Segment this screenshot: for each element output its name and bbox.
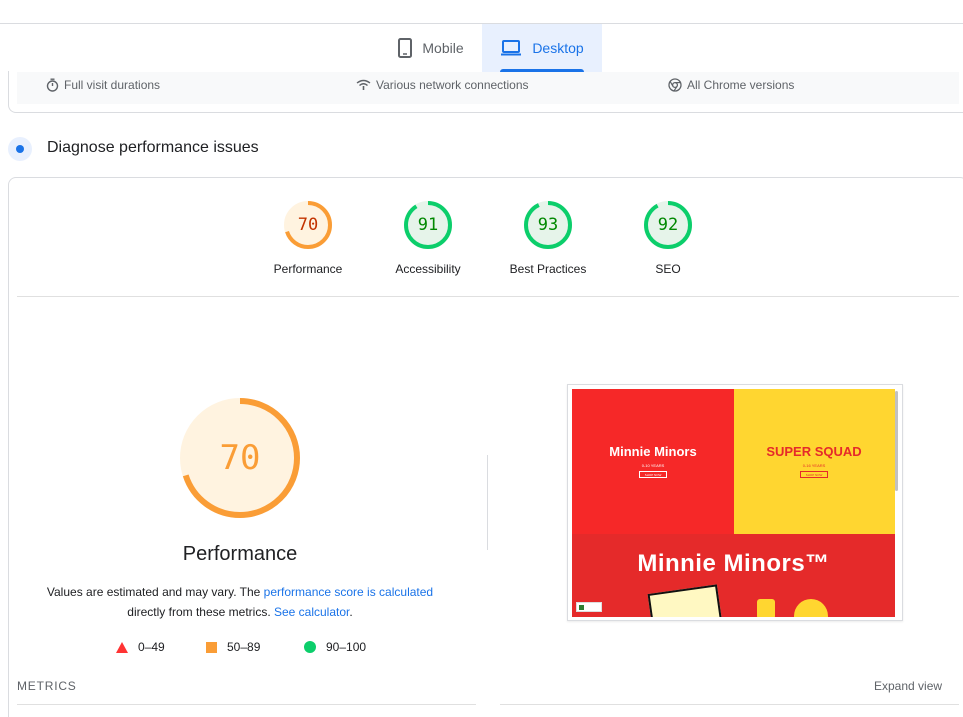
- phone-icon: [398, 38, 413, 58]
- circle-icon: [304, 641, 316, 653]
- gauge-ring: 92: [643, 200, 693, 250]
- legend-label: 90–100: [326, 640, 367, 654]
- see-calculator-link[interactable]: See calculator: [274, 605, 349, 619]
- legend-label: 0–49: [138, 640, 165, 654]
- gauge-ring: 91: [403, 200, 453, 250]
- metrics-heading: METRICS: [17, 679, 77, 693]
- tab-mobile-label: Mobile: [422, 40, 464, 56]
- panel-minnie-minors: Minnie Minors 0-10 YEARS SHOP NOW: [572, 389, 734, 534]
- gauge-best-practices[interactable]: 93 Best Practices: [488, 200, 608, 276]
- mini-badge: [576, 602, 602, 612]
- gauge-seo[interactable]: 92 SEO: [608, 200, 728, 276]
- info-item-label: Various network connections: [376, 78, 529, 92]
- triangle-icon: [116, 641, 128, 653]
- gauge-accessibility[interactable]: 91 Accessibility: [368, 200, 488, 276]
- gauge-label: Performance: [273, 262, 343, 276]
- info-item-label: All Chrome versions: [687, 78, 795, 92]
- gauge-score: 91: [417, 215, 439, 235]
- shop-now-right: SHOP NOW: [800, 471, 828, 478]
- brand-left-sub: 0-10 YEARS: [641, 463, 665, 468]
- desc-text: directly from these metrics.: [127, 605, 274, 619]
- screenshot-scrollbar: [895, 391, 898, 491]
- screenshot-image: Minnie Minors 0-10 YEARS SHOP NOW SUPER …: [572, 389, 895, 617]
- tab-desktop[interactable]: Desktop: [482, 24, 602, 72]
- performance-description: Values are estimated and may vary. The p…: [30, 582, 450, 622]
- vertical-divider: [487, 455, 488, 550]
- performance-title: Performance: [182, 543, 298, 565]
- expand-view-button[interactable]: Expand view: [874, 679, 942, 693]
- gauge-performance[interactable]: 70 Performance: [248, 200, 368, 276]
- gauge-label: SEO: [655, 262, 681, 276]
- gauge-label: Best Practices: [509, 262, 587, 276]
- legend-poor: 0–49: [116, 640, 165, 654]
- desc-text: Values are estimated and may vary. The: [46, 585, 264, 599]
- yellow-shape: [757, 599, 775, 617]
- info-item-network: Various network connections: [356, 77, 529, 93]
- panel-super-squad: SUPER SQUAD 0-16 YEARS SHOP NOW: [734, 389, 895, 534]
- metrics-divider-right: [500, 704, 959, 705]
- laptop-icon: [501, 40, 522, 56]
- tab-desktop-label: Desktop: [532, 40, 584, 56]
- chrome-icon: [668, 78, 682, 92]
- brand-left: Minnie Minors: [609, 444, 697, 459]
- shop-now-left: SHOP NOW: [639, 471, 667, 478]
- stopwatch-icon: [46, 78, 59, 92]
- diagnose-icon: [8, 137, 32, 161]
- gauge-score: 93: [537, 215, 559, 235]
- performance-big-score: 70: [219, 438, 261, 478]
- legend-good: 90–100: [304, 640, 366, 654]
- diagnose-title: Diagnose performance issues: [47, 139, 259, 156]
- score-calculated-link[interactable]: performance score is calculated: [264, 585, 433, 599]
- final-screenshot[interactable]: Minnie Minors 0-10 YEARS SHOP NOW SUPER …: [567, 384, 903, 621]
- info-item-visit-durations: Full visit durations: [46, 77, 160, 93]
- tab-mobile[interactable]: Mobile: [381, 24, 481, 72]
- desc-text: .: [349, 605, 353, 619]
- gauge-score: 92: [657, 215, 679, 235]
- metrics-divider-left: [17, 704, 476, 705]
- brand-right: SUPER SQUAD: [766, 444, 862, 459]
- info-item-label: Full visit durations: [64, 78, 161, 92]
- gauges-divider: [17, 296, 959, 297]
- wifi-icon: [356, 79, 371, 90]
- legend-average: 50–89: [206, 640, 260, 654]
- gauge-score: 70: [297, 215, 319, 235]
- brand-bottom: Minnie Minors™: [637, 550, 830, 577]
- panel-hero: Minnie Minors™: [572, 534, 895, 617]
- gauge-ring: 70: [283, 200, 333, 250]
- info-item-chrome: All Chrome versions: [668, 77, 794, 93]
- legend-label: 50–89: [227, 640, 261, 654]
- gauge-label: Accessibility: [395, 262, 461, 276]
- gauge-ring: 93: [523, 200, 573, 250]
- brand-right-sub: 0-16 YEARS: [802, 463, 826, 468]
- square-icon: [206, 641, 217, 653]
